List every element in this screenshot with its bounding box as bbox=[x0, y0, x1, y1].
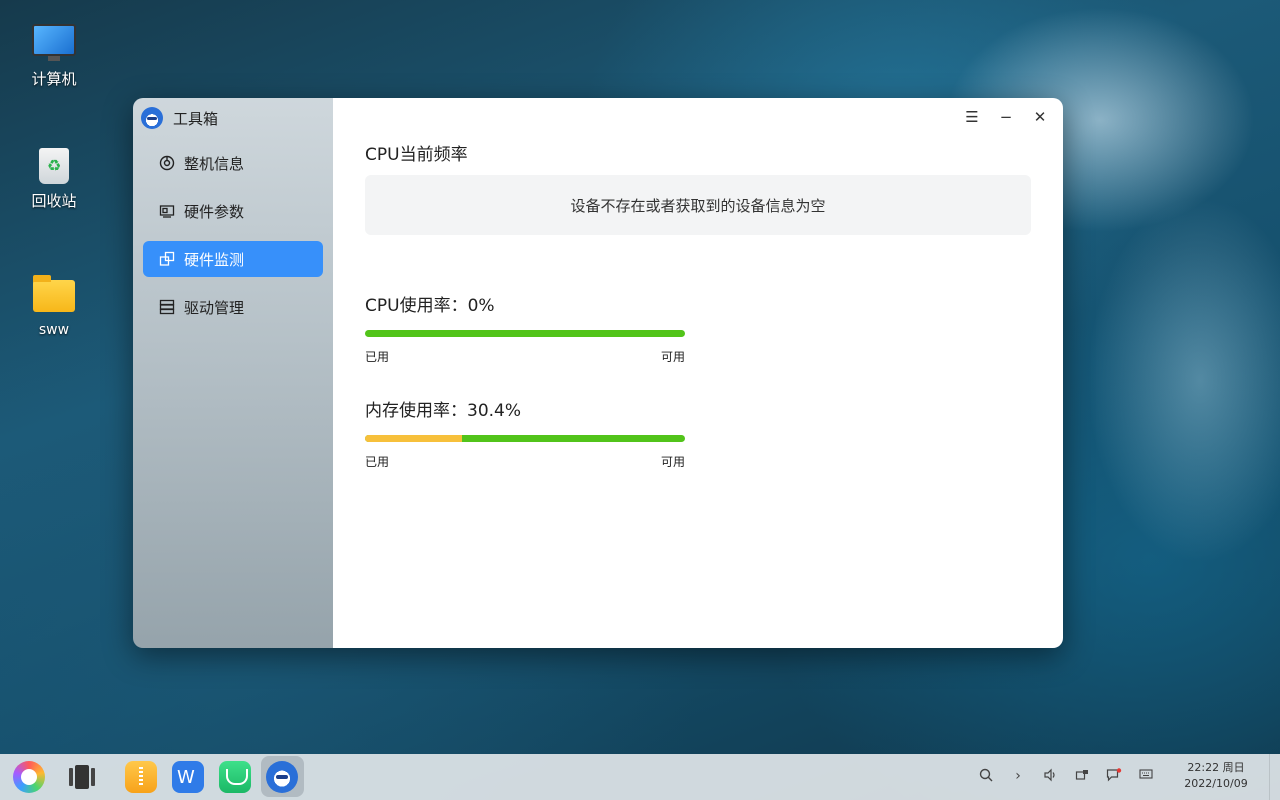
sidebar-item-hardware-monitor[interactable]: 硬件监测 bbox=[143, 241, 323, 277]
memory-usage-bar bbox=[365, 435, 685, 442]
sidebar-item-machine-info[interactable]: 整机信息 bbox=[143, 145, 323, 181]
monitor-icon bbox=[159, 251, 175, 267]
wps-icon[interactable]: W bbox=[172, 761, 204, 793]
desktop-icon-folder[interactable]: sww bbox=[14, 275, 94, 338]
menu-button[interactable]: ☰ bbox=[957, 106, 987, 128]
sidebar: 工具箱 整机信息 硬件参数 硬件监测 驱动管理 bbox=[133, 98, 333, 648]
desktop-icon-label: 回收站 bbox=[31, 192, 77, 210]
memory-usage-title: 内存使用率：30.4% bbox=[365, 401, 522, 421]
toolbox-logo-icon bbox=[141, 107, 163, 129]
memory-used-label: 已用 bbox=[365, 455, 390, 469]
toolbox-window: 工具箱 整机信息 硬件参数 硬件监测 驱动管理 ☰ − ✕ CPU当前频率 设备… bbox=[133, 98, 1063, 648]
driver-icon bbox=[159, 299, 175, 315]
sidebar-item-label: 硬件参数 bbox=[184, 202, 245, 221]
chat-icon[interactable] bbox=[219, 761, 251, 793]
toolbox-icon[interactable] bbox=[266, 761, 298, 793]
sidebar-item-label: 整机信息 bbox=[184, 154, 245, 173]
cpu-free-label: 可用 bbox=[661, 350, 686, 364]
main-panel: ☰ − ✕ CPU当前频率 设备不存在或者获取到的设备信息为空 CPU使用率：0… bbox=[333, 98, 1063, 648]
sidebar-item-label: 硬件监测 bbox=[184, 250, 245, 269]
clock[interactable]: 22:22 周日 2022/10/09 bbox=[1180, 760, 1252, 792]
taskbar: W › 22:22 周日 2022/10/09 bbox=[0, 754, 1280, 800]
app-title: 工具箱 bbox=[173, 109, 219, 128]
empty-message: 设备不存在或者获取到的设备信息为空 bbox=[570, 196, 826, 215]
cpu-usage-title: CPU使用率：0% bbox=[365, 296, 495, 316]
folder-icon bbox=[33, 275, 75, 312]
cpu-usage-bar bbox=[365, 330, 685, 337]
start-menu-icon[interactable] bbox=[13, 761, 45, 793]
window-controls: ☰ − ✕ bbox=[957, 106, 1055, 128]
sidebar-nav: 整机信息 硬件参数 硬件监测 驱动管理 bbox=[133, 145, 333, 325]
cpu-frequency-empty-box: 设备不存在或者获取到的设备信息为空 bbox=[365, 175, 1031, 235]
sidebar-item-driver-manage[interactable]: 驱动管理 bbox=[143, 289, 323, 325]
show-desktop-button[interactable] bbox=[1269, 754, 1280, 800]
keyboard-icon[interactable] bbox=[1136, 768, 1156, 784]
clock-time: 22:22 周日 bbox=[1187, 761, 1245, 774]
desktop-icon-computer[interactable]: 计算机 bbox=[14, 24, 94, 89]
archive-icon[interactable] bbox=[125, 761, 157, 793]
search-icon[interactable] bbox=[976, 768, 996, 786]
clock-date: 2022/10/09 bbox=[1184, 777, 1248, 790]
hardware-icon bbox=[159, 203, 175, 219]
cpu-frequency-title: CPU当前频率 bbox=[365, 145, 468, 165]
memory-free-label: 可用 bbox=[661, 455, 686, 469]
memory-usage-used-fill bbox=[365, 435, 463, 442]
trash-icon: ♻ bbox=[39, 148, 69, 184]
sidebar-item-label: 驱动管理 bbox=[184, 298, 245, 317]
desktop-icon-label: sww bbox=[38, 322, 70, 338]
multitask-icon[interactable] bbox=[66, 761, 98, 793]
volume-icon[interactable] bbox=[1040, 768, 1060, 786]
network-icon[interactable] bbox=[1072, 768, 1092, 786]
dashboard-icon bbox=[159, 155, 175, 171]
notification-icon[interactable] bbox=[1104, 768, 1124, 786]
expand-icon[interactable]: › bbox=[1008, 768, 1028, 784]
close-button[interactable]: ✕ bbox=[1025, 106, 1055, 128]
computer-icon bbox=[32, 24, 76, 61]
app-header: 工具箱 bbox=[133, 98, 333, 138]
desktop-icon-label: 计算机 bbox=[31, 70, 77, 88]
sidebar-item-hardware-params[interactable]: 硬件参数 bbox=[143, 193, 323, 229]
minimize-button[interactable]: − bbox=[991, 106, 1021, 128]
cpu-used-label: 已用 bbox=[365, 350, 390, 364]
desktop-icon-trash[interactable]: ♻ 回收站 bbox=[14, 148, 94, 211]
